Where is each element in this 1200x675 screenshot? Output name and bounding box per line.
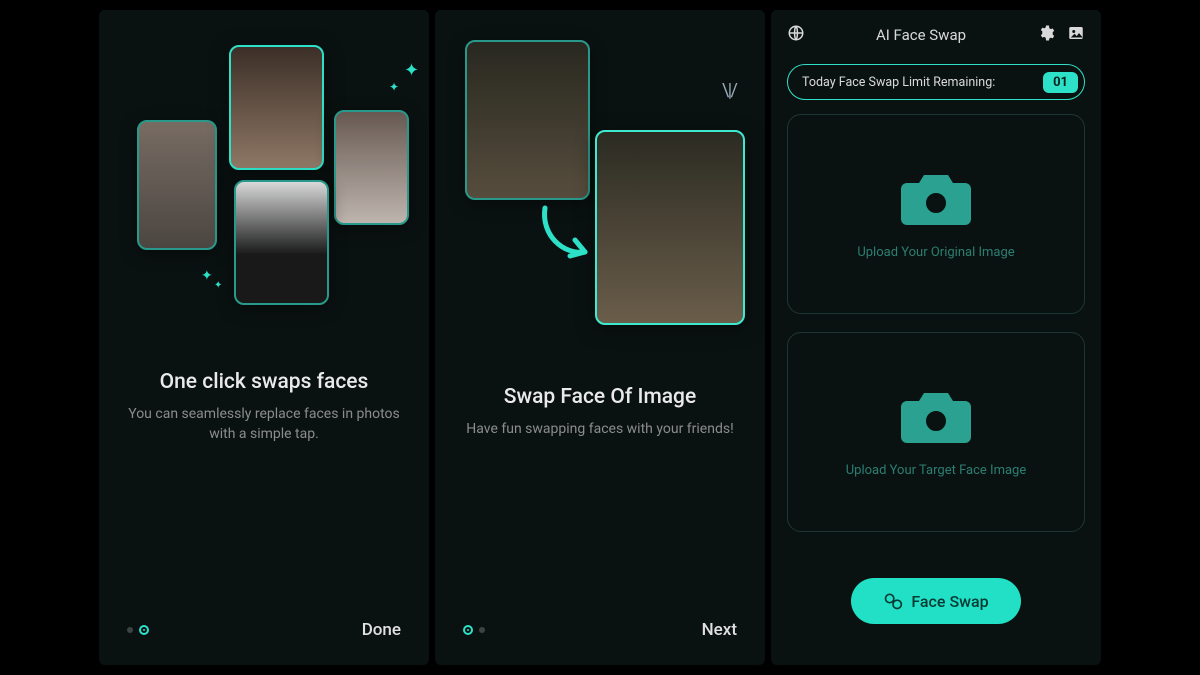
- page-dot: [479, 627, 485, 633]
- upload-target-button[interactable]: Upload Your Target Face Image: [787, 332, 1085, 532]
- sample-photo-3: [334, 110, 409, 225]
- sparkle-icon: ✦: [201, 268, 213, 284]
- camera-icon: [897, 169, 975, 231]
- sample-photo-4: [234, 180, 329, 305]
- limit-label: Today Face Swap Limit Remaining:: [802, 75, 995, 90]
- onboarding-subtitle: You can seamlessly replace faces in phot…: [127, 404, 401, 445]
- page-indicator: [127, 625, 149, 635]
- sample-photo-2: [229, 45, 324, 170]
- app-header: AI Face Swap: [771, 10, 1101, 54]
- limit-value: 01: [1043, 72, 1078, 93]
- source-photo: [465, 40, 590, 200]
- page-dot-active: [139, 625, 149, 635]
- app-title: AI Face Swap: [876, 26, 966, 44]
- result-photo: [595, 130, 745, 325]
- swap-arrow-icon: [535, 200, 605, 270]
- main-screen: AI Face Swap Today Face Swap Limit Remai…: [771, 10, 1101, 665]
- done-button[interactable]: Done: [362, 620, 401, 640]
- sparkle-icon: ✦: [389, 80, 399, 94]
- sample-photo-1: [137, 120, 217, 250]
- upload-target-label: Upload Your Target Face Image: [846, 463, 1027, 478]
- sparkle-icon: ✦: [214, 280, 222, 291]
- camera-icon: [897, 387, 975, 449]
- swap-illustration: \ | /: [435, 25, 765, 365]
- onboarding-title: One click swaps faces: [127, 370, 401, 394]
- page-dot-active: [463, 625, 473, 635]
- globe-icon[interactable]: [787, 24, 805, 46]
- onboarding-screen-2: \ | / Swap Face Of Image Have fun swappi…: [435, 10, 765, 665]
- onboarding-screen-1: ✦ ✦ ✦ ✦ One click swaps faces You can se…: [99, 10, 429, 665]
- next-button[interactable]: Next: [702, 620, 737, 640]
- image-icon[interactable]: [1067, 24, 1085, 46]
- upload-original-label: Upload Your Original Image: [857, 245, 1014, 260]
- face-swap-button[interactable]: Face Swap: [851, 578, 1021, 624]
- onboarding-subtitle: Have fun swapping faces with your friend…: [463, 419, 737, 439]
- face-swap-label: Face Swap: [911, 592, 988, 611]
- photo-cluster: ✦ ✦ ✦ ✦: [99, 20, 429, 320]
- onboarding-title: Swap Face Of Image: [463, 385, 737, 409]
- page-indicator: [463, 625, 485, 635]
- page-dot: [127, 627, 133, 633]
- upload-original-button[interactable]: Upload Your Original Image: [787, 114, 1085, 314]
- sparkle-icon: ✦: [404, 60, 419, 81]
- accent-ticks-icon: \ | /: [722, 80, 735, 101]
- gear-icon[interactable]: [1037, 24, 1055, 46]
- face-swap-icon: [883, 591, 903, 611]
- limit-bar: Today Face Swap Limit Remaining: 01: [787, 64, 1085, 100]
